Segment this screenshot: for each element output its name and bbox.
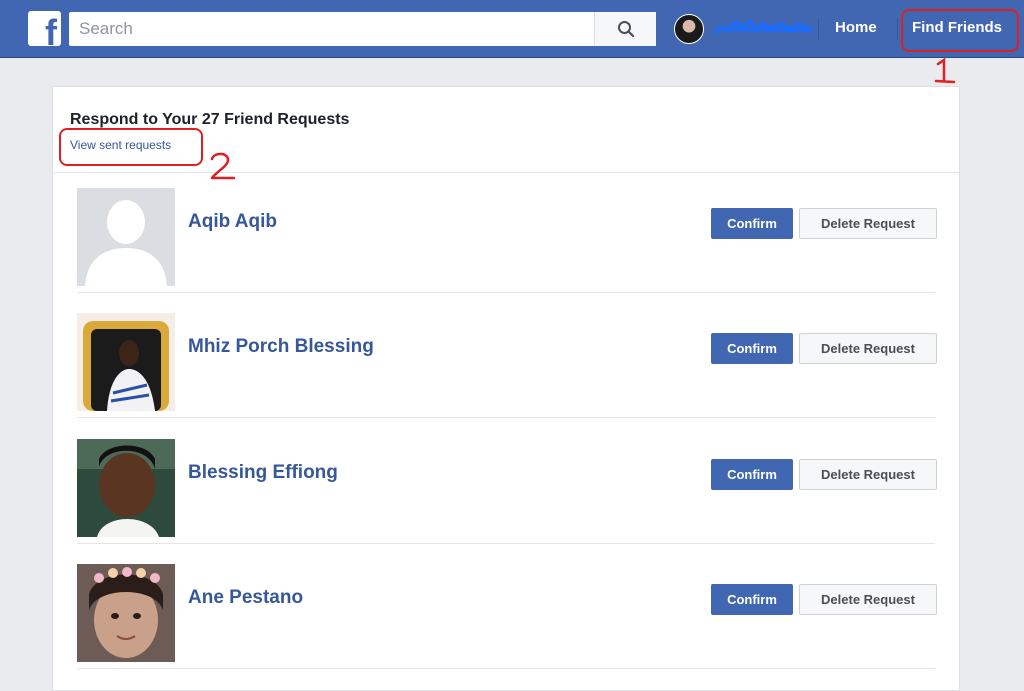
top-navigation-bar: f Home Find Friends [0,0,1024,58]
search-box [69,12,656,46]
confirm-button[interactable]: Confirm [711,459,793,490]
request-name-link[interactable]: Aqib Aqib [188,211,277,233]
delete-request-button[interactable]: Delete Request [799,459,937,490]
nav-separator [818,18,819,40]
confirm-button[interactable]: Confirm [711,584,793,615]
profile-photo-woman-gold-chair [77,313,175,411]
request-profile-photo[interactable] [77,439,175,537]
default-avatar-icon [77,188,175,286]
search-icon [617,21,634,38]
friend-request-row: Blessing Effiong Confirm Delete Request [77,426,937,544]
delete-request-button[interactable]: Delete Request [799,208,937,239]
friend-request-row: Ane Pestano Confirm Delete Request [77,551,937,669]
profile-photo-woman-selfie [77,439,175,537]
delete-request-button[interactable]: Delete Request [799,333,937,364]
search-button[interactable] [594,12,656,46]
profile-avatar [674,14,704,44]
annotation-marker-1 [934,57,956,84]
annotation-box-find-friends [901,9,1019,52]
confirm-button[interactable]: Confirm [711,208,793,239]
request-profile-photo[interactable] [77,313,175,411]
delete-request-button[interactable]: Delete Request [799,584,937,615]
annotation-box-view-sent [59,128,203,166]
request-profile-photo[interactable] [77,564,175,662]
nav-separator [897,18,898,40]
request-profile-photo[interactable] [77,188,175,286]
friend-request-row: Mhiz Porch Blessing Confirm Delete Reque… [77,300,937,418]
request-name-link[interactable]: Blessing Effiong [188,462,338,484]
request-name-link[interactable]: Mhiz Porch Blessing [188,336,374,358]
request-name-link[interactable]: Ane Pestano [188,587,303,609]
search-input[interactable] [69,12,594,46]
friend-request-row: Aqib Aqib Confirm Delete Request [77,175,937,293]
profile-photo-girl-flower-crown [77,564,175,662]
profile-link[interactable] [674,14,814,44]
profile-name-scribble [715,20,813,34]
nav-home-link[interactable]: Home [835,19,877,36]
friend-requests-card: Respond to Your 27 Friend Requests View … [52,86,960,691]
confirm-button[interactable]: Confirm [711,333,793,364]
facebook-logo-letter: f [45,12,57,53]
friend-requests-title: Respond to Your 27 Friend Requests [70,111,350,128]
annotation-marker-2 [210,152,236,180]
facebook-logo[interactable]: f [28,11,61,51]
